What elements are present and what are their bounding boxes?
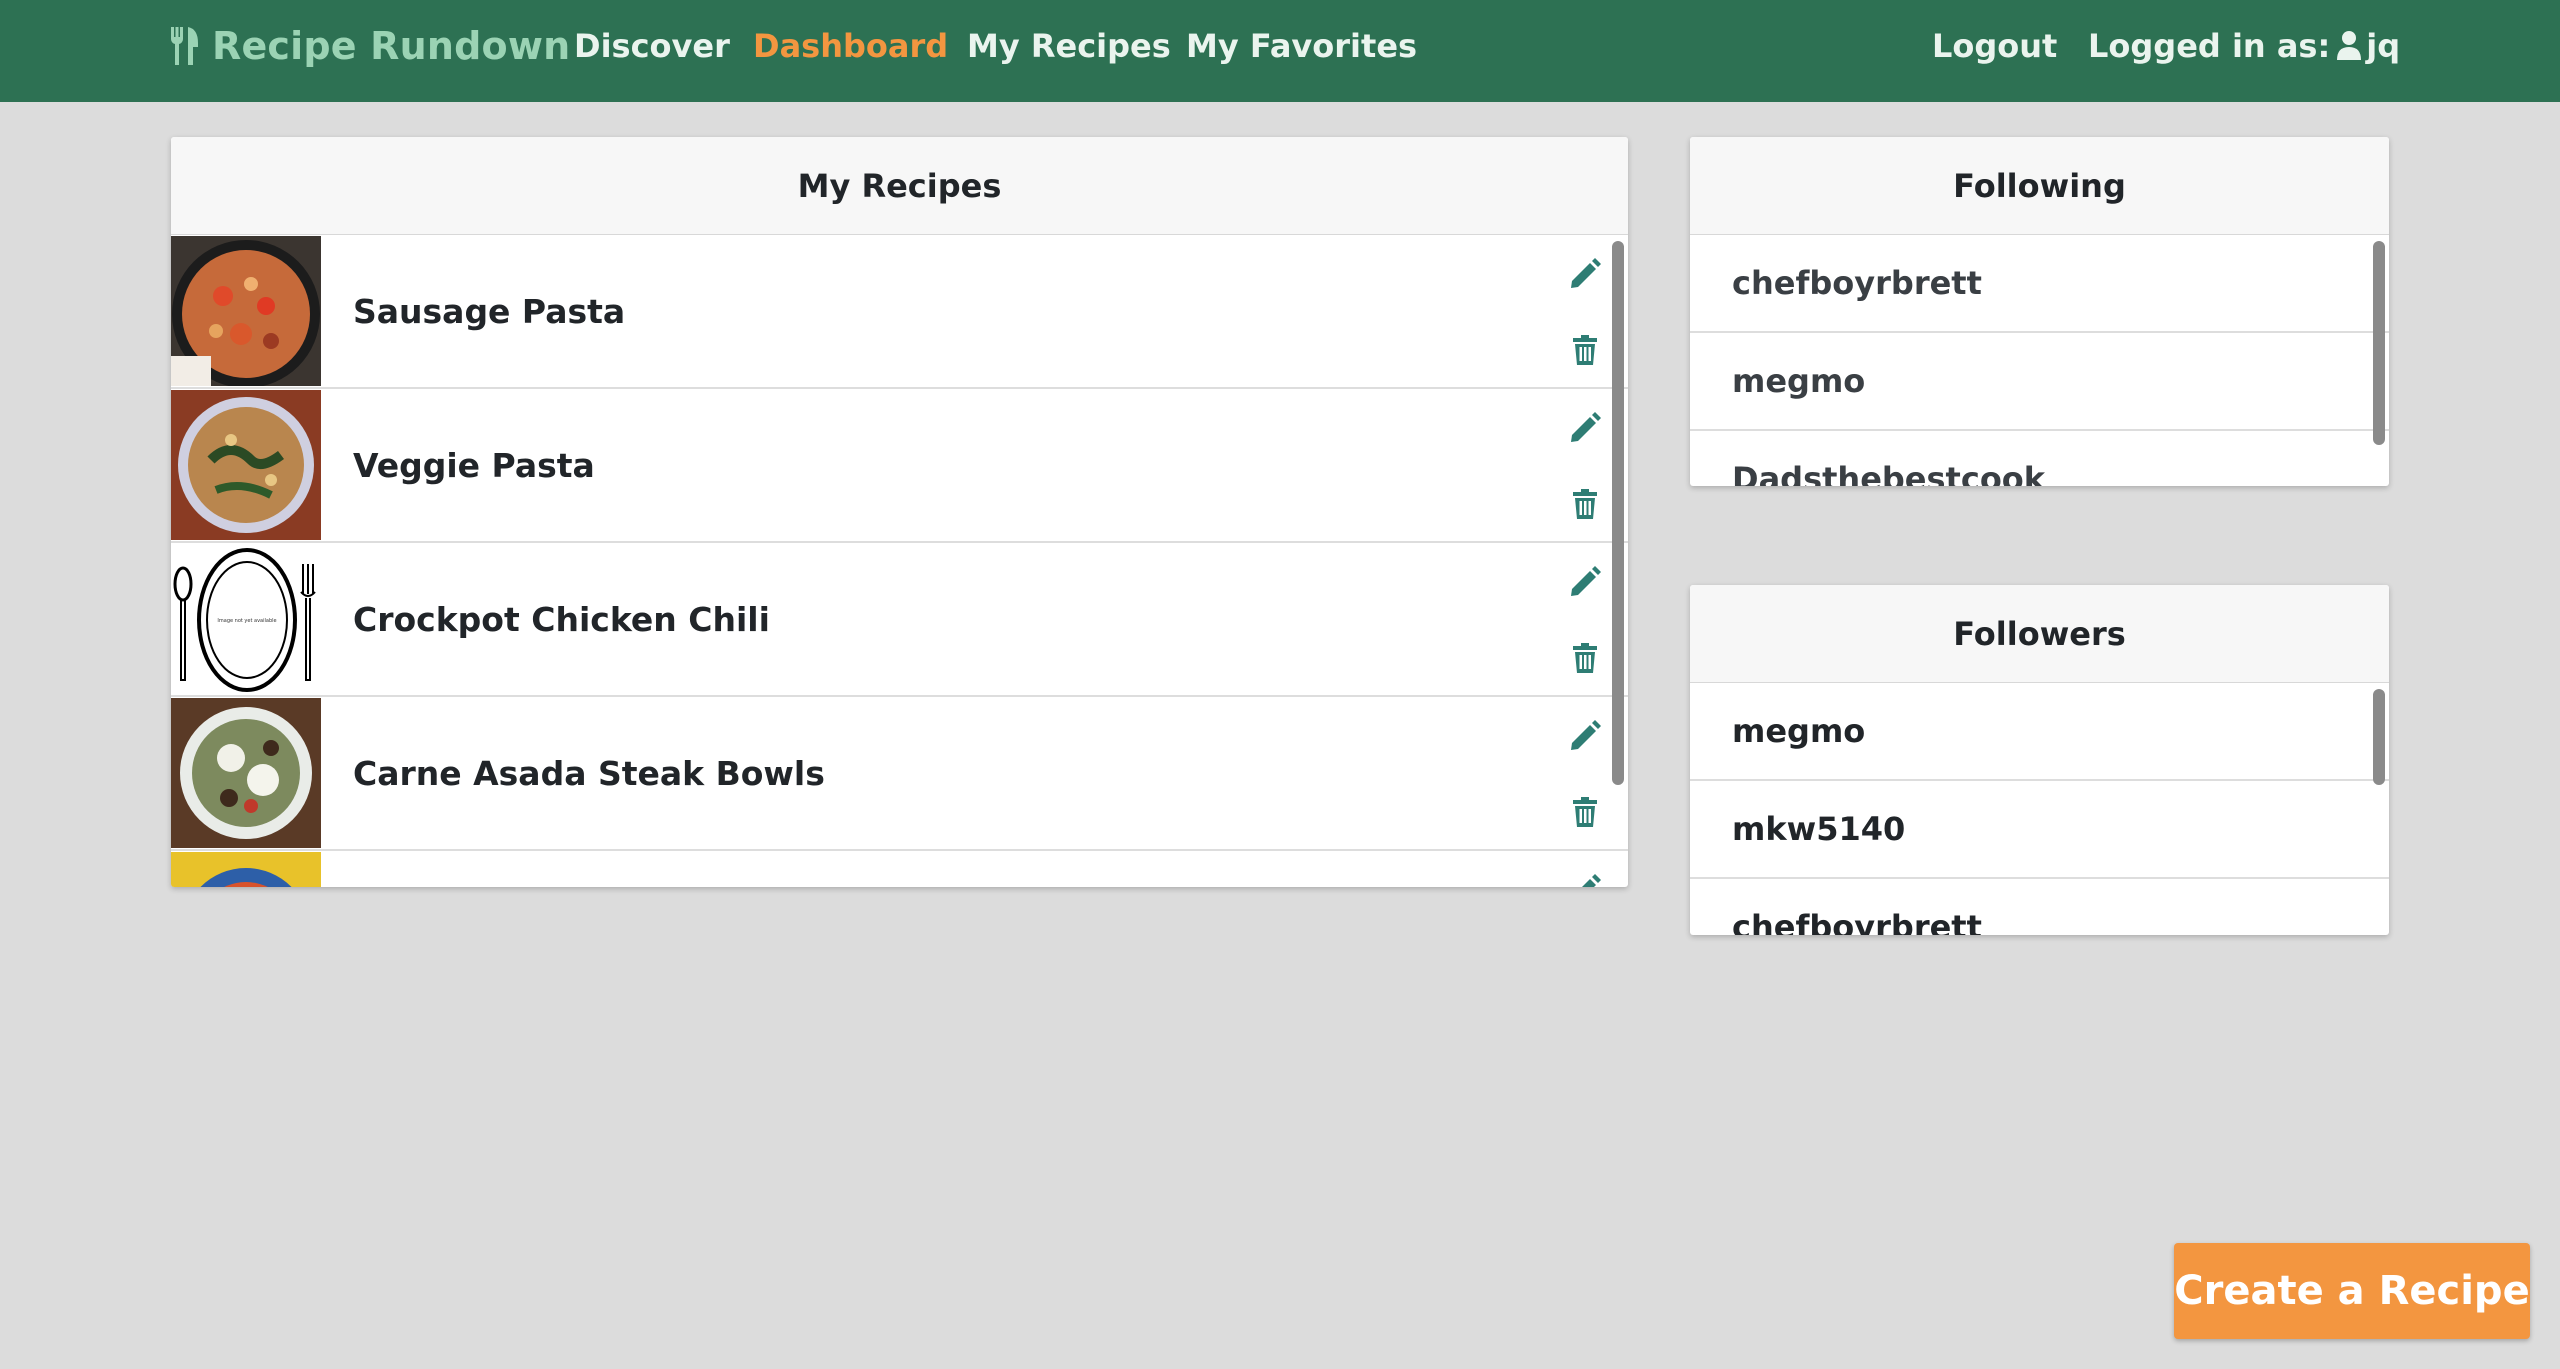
delete-recipe-button[interactable] <box>1568 795 1602 829</box>
placeholder-text: Image not yet available <box>217 618 276 624</box>
recipe-row[interactable]: Image not yet available Crockpot Chicken… <box>171 543 1628 697</box>
followers-header: Followers <box>1690 585 2389 683</box>
trash-icon <box>1573 489 1597 519</box>
following-user[interactable]: Dadsthebestcook <box>1690 431 2389 486</box>
utensils-icon <box>170 27 198 65</box>
my-recipes-header: My Recipes <box>171 137 1628 235</box>
logout-link[interactable]: Logout <box>1932 24 2057 68</box>
recipe-row[interactable]: Sausage Pasta <box>171 235 1628 389</box>
recipe-list-scrollbar[interactable] <box>1612 241 1624 785</box>
followers-list[interactable]: megmo mkw5140 chefboyrbrett <box>1690 683 2389 935</box>
follower-user[interactable]: megmo <box>1690 683 2389 781</box>
recipe-thumbnail[interactable] <box>171 390 321 540</box>
following-list[interactable]: chefboyrbrett megmo Dadsthebestcook <box>1690 235 2389 486</box>
delete-recipe-button[interactable] <box>1568 487 1602 521</box>
following-user[interactable]: chefboyrbrett <box>1690 235 2389 333</box>
create-recipe-button[interactable]: Create a Recipe <box>2174 1243 2530 1339</box>
following-header: Following <box>1690 137 2389 235</box>
my-recipes-card: My Recipes Sausage Pasta Veggie Pasta Im… <box>171 137 1628 887</box>
follower-user[interactable]: mkw5140 <box>1690 781 2389 879</box>
recipe-name[interactable]: Carne Asada Steak Bowls <box>353 754 825 793</box>
recipe-row[interactable] <box>171 851 1628 887</box>
yellow-bowl-photo <box>171 852 321 887</box>
edit-recipe-button[interactable] <box>1568 565 1602 599</box>
recipe-thumbnail[interactable] <box>171 852 321 887</box>
follower-user[interactable]: chefboyrbrett <box>1690 879 2389 935</box>
delete-recipe-button[interactable] <box>1568 641 1602 675</box>
trash-icon <box>1573 335 1597 365</box>
logged-in-status[interactable]: Logged in as: jq <box>2088 24 2400 68</box>
pencil-icon <box>1571 720 1601 750</box>
delete-recipe-button[interactable] <box>1568 333 1602 367</box>
pencil-icon <box>1571 566 1601 596</box>
following-card: Following chefboyrbrett megmo Dadsthebes… <box>1690 137 2389 486</box>
following-user[interactable]: megmo <box>1690 333 2389 431</box>
steak-bowl-photo <box>171 698 321 848</box>
brand-name: Recipe Rundown <box>212 24 571 68</box>
pencil-icon <box>1571 258 1601 288</box>
trash-icon <box>1573 797 1597 827</box>
top-navbar: Recipe Rundown Discover Dashboard My Rec… <box>0 0 2560 102</box>
placeholder-plate: Image not yet available <box>171 544 321 694</box>
nav-my-favorites[interactable]: My Favorites <box>1186 24 1417 68</box>
edit-recipe-button[interactable] <box>1568 719 1602 753</box>
brand-link[interactable]: Recipe Rundown <box>168 21 570 71</box>
pencil-icon <box>1582 874 1601 887</box>
nav-discover[interactable]: Discover <box>574 24 730 68</box>
edit-recipe-button[interactable] <box>1568 873 1602 887</box>
followers-scrollbar[interactable] <box>2373 689 2385 785</box>
edit-recipe-button[interactable] <box>1568 411 1602 445</box>
pasta-pan-photo <box>171 236 321 386</box>
trash-icon <box>1573 643 1597 673</box>
recipe-thumbnail[interactable] <box>171 698 321 848</box>
edit-recipe-button[interactable] <box>1568 257 1602 291</box>
recipe-row[interactable]: Carne Asada Steak Bowls <box>171 697 1628 851</box>
pencil-icon <box>1571 412 1601 442</box>
nav-my-recipes[interactable]: My Recipes <box>967 24 1171 68</box>
recipe-row[interactable]: Veggie Pasta <box>171 389 1628 543</box>
veggie-pasta-photo <box>171 390 321 540</box>
recipe-name[interactable]: Sausage Pasta <box>353 292 625 331</box>
logged-in-prefix: Logged in as: <box>2088 27 2331 65</box>
followers-card: Followers megmo mkw5140 chefboyrbrett <box>1690 585 2389 935</box>
recipe-name[interactable]: Veggie Pasta <box>353 446 595 485</box>
recipe-name[interactable]: Crockpot Chicken Chili <box>353 600 770 639</box>
username: jq <box>2366 27 2401 65</box>
user-icon <box>2337 31 2362 60</box>
nav-dashboard[interactable]: Dashboard <box>753 24 948 68</box>
following-scrollbar[interactable] <box>2373 241 2385 445</box>
recipe-thumbnail[interactable] <box>171 236 321 386</box>
recipe-thumbnail[interactable]: Image not yet available <box>171 544 321 694</box>
recipe-list[interactable]: Sausage Pasta Veggie Pasta Image not yet… <box>171 235 1628 887</box>
